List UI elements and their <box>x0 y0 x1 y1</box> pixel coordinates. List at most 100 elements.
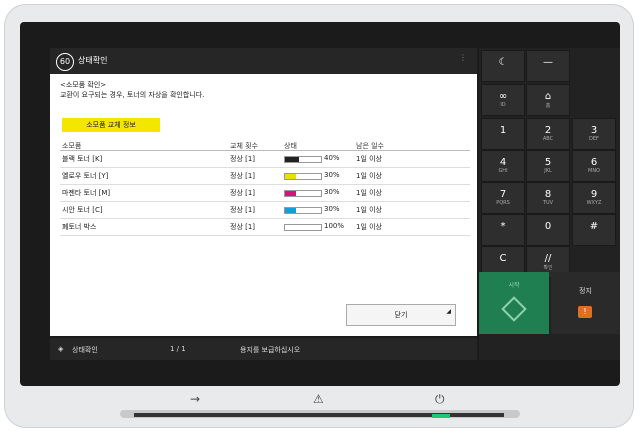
key-4[interactable]: 5 JKL <box>526 150 570 182</box>
key-label: 6 <box>590 157 598 168</box>
page-title: 상태확인 <box>78 56 108 65</box>
days-left: 1일 이상 <box>356 172 382 180</box>
menu-icon[interactable]: ⋮ <box>459 53 467 62</box>
supply-count: 정상 [1] <box>230 189 256 197</box>
key-3[interactable]: 4 GHI <box>481 150 525 182</box>
supply-name: 옐로우 토너 [Y] <box>62 172 109 180</box>
key-sub: MNO <box>588 168 600 174</box>
key-label: ⌂ <box>544 91 552 102</box>
key-label: — <box>543 57 553 68</box>
key-label: 1 <box>499 125 507 136</box>
home-key[interactable]: ⌂ 홈 <box>526 84 570 116</box>
key-0[interactable]: 1 <box>481 118 525 150</box>
id-key[interactable]: ∞ ID <box>481 84 525 116</box>
key-11[interactable]: # <box>572 214 616 246</box>
power-icon[interactable]: ⏻ <box>435 392 445 407</box>
days-left: 1일 이상 <box>356 155 382 163</box>
days-left: 1일 이상 <box>356 223 382 231</box>
supply-table: 소모품 교체 횟수 상태 남은 일수 블랙 토너 [K] 정상 [1] 40% 1일 … <box>60 138 470 236</box>
key-label: 7 <box>499 189 507 200</box>
key-sub: PQRS <box>496 200 510 206</box>
key-9[interactable]: * <box>481 214 525 246</box>
level-bar <box>284 207 322 214</box>
table-row: 시안 토너 [C] 정상 [1] 30% 1일 이상 <box>60 202 470 219</box>
level-bar <box>284 156 322 163</box>
corner-icon: ◢ <box>446 308 451 315</box>
close-button-label: 닫기 <box>394 311 408 319</box>
supply-name: 마젠타 토너 [M] <box>62 189 111 197</box>
stop-button[interactable]: 정지 ! <box>551 272 620 334</box>
key-7[interactable]: 8 TUV <box>526 182 570 214</box>
table-row: 마젠타 토너 [M] 정상 [1] 30% 1일 이상 <box>60 185 470 202</box>
logo-icon: 60 <box>56 53 74 71</box>
col-days: 남은 일수 <box>356 142 384 150</box>
close-button[interactable]: 닫기 ◢ <box>346 304 456 326</box>
power-led <box>432 414 450 418</box>
stop-label: 정지 <box>579 287 592 295</box>
key-sub: 확인 <box>543 265 553 271</box>
status-page: 1 / 1 <box>170 345 186 353</box>
key-label: ☾ <box>498 57 508 68</box>
level-percent: 30% <box>324 188 340 196</box>
supply-info-button[interactable]: 소모품 교체 정보 <box>62 118 160 132</box>
status-label[interactable]: 상태확인 <box>72 345 98 355</box>
key-sub: 홈 <box>545 103 551 109</box>
start-button[interactable]: 시작 <box>479 272 549 334</box>
supply-count: 정상 [1] <box>230 206 256 214</box>
key-1[interactable]: 2 ABC <box>526 118 570 150</box>
key-label: 3 <box>590 125 598 136</box>
sleep-key[interactable]: ☾ <box>481 50 525 82</box>
key-label: # <box>589 221 599 232</box>
key-label: 4 <box>499 157 507 168</box>
days-left: 1일 이상 <box>356 189 382 197</box>
key-label: ∞ <box>498 91 508 102</box>
level-bar <box>284 224 322 231</box>
screen: 60 상태확인 ⋮ <소모품 확인> 교환이 요구되는 경우, 토너의 자상을 … <box>20 22 620 386</box>
key-label: C <box>499 253 507 264</box>
start-label: 시작 <box>508 282 520 289</box>
status-message: 용지를 보급하십시오 <box>240 346 301 354</box>
key-5[interactable]: 6 MNO <box>572 150 616 182</box>
key-label: 8 <box>544 189 552 200</box>
key-label: 9 <box>590 189 598 200</box>
level-fill <box>285 174 296 179</box>
supply-count: 정상 [1] <box>230 223 256 231</box>
level-bar <box>284 173 322 180</box>
message-line1: <소모품 확인> <box>60 81 107 89</box>
start-icon <box>501 296 527 322</box>
supply-count: 정상 [1] <box>230 172 256 180</box>
key-sub: WXYZ <box>586 200 602 206</box>
message-line2: 교환이 요구되는 경우, 토너의 자상을 확인합니다. <box>60 91 205 99</box>
status-key[interactable]: — <box>526 50 570 82</box>
key-sub: GHI <box>498 168 508 174</box>
status-bar: ◈ 상태확인 1 / 1 용지를 보급하십시오 <box>50 338 477 360</box>
key-label: * <box>500 221 506 232</box>
col-count: 교체 횟수 <box>230 142 258 150</box>
key-sub: DEF <box>589 136 599 142</box>
key-sub: ID <box>500 102 506 108</box>
col-status: 상태 <box>284 142 297 150</box>
level-percent: 40% <box>324 154 340 162</box>
level-fill <box>285 157 300 162</box>
status-icon: ◈ <box>58 345 64 353</box>
key-label: 2 <box>544 125 552 136</box>
key-sub: JKL <box>544 168 552 174</box>
message: <소모품 확인> 교환이 요구되는 경우, 토너의 자상을 확인합니다. <box>60 80 204 100</box>
warning-icon[interactable]: ⚠ <box>313 392 324 406</box>
login-icon[interactable]: → <box>190 392 200 406</box>
key-sub: ABC <box>542 136 554 142</box>
key-6[interactable]: 7 PQRS <box>481 182 525 214</box>
supply-name: 시안 토너 [C] <box>62 206 103 214</box>
supply-name: 블랙 토너 [K] <box>62 155 103 163</box>
table-row: 블랙 토너 [K] 정상 [1] 40% 1일 이상 <box>60 151 470 168</box>
level-percent: 100% <box>324 222 345 230</box>
days-left: 1일 이상 <box>356 206 382 214</box>
key-10[interactable]: 0 <box>526 214 570 246</box>
table-row: 옐로우 토너 [Y] 정상 [1] 30% 1일 이상 <box>60 168 470 185</box>
level-fill <box>285 191 296 196</box>
key-2[interactable]: 3 DEF <box>572 118 616 150</box>
level-percent: 30% <box>324 171 340 179</box>
key-8[interactable]: 9 WXYZ <box>572 182 616 214</box>
stop-icon: ! <box>578 306 592 318</box>
key-sub: TUV <box>542 200 554 206</box>
